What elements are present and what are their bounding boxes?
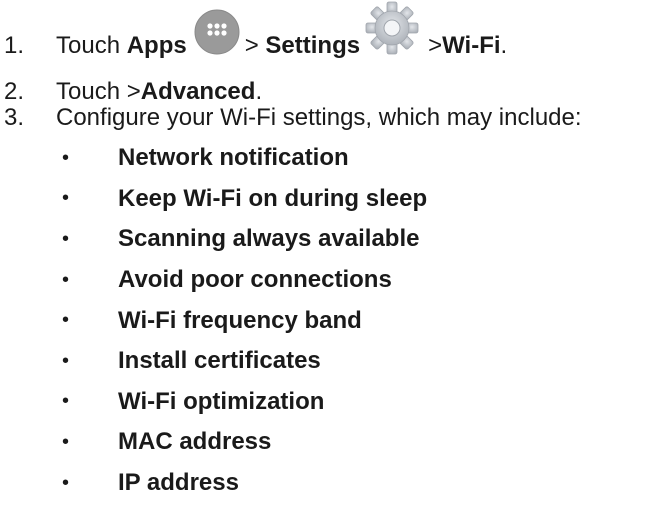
step-number: 1.	[4, 32, 25, 59]
list-item: • Keep Wi-Fi on during sleep	[0, 179, 669, 220]
step-text: Touch	[56, 32, 121, 59]
bullet-icon: •	[62, 349, 70, 372]
bullet-icon: •	[62, 430, 70, 453]
period: .	[500, 32, 508, 59]
list-item-label: Install certificates	[118, 347, 321, 375]
list-item-label: Network notification	[118, 144, 349, 172]
separator: >	[428, 32, 443, 59]
list-item-label: Avoid poor connections	[118, 266, 392, 294]
list-item-label: Scanning always available	[118, 225, 420, 253]
list-item: • Avoid poor connections	[0, 260, 669, 301]
list-item: • IP address	[0, 463, 669, 504]
list-item: • Wi-Fi optimization	[0, 382, 669, 423]
list-item-label: Keep Wi-Fi on during sleep	[118, 184, 428, 212]
bullet-icon: •	[62, 471, 70, 494]
document-page: 1. Touch Apps > Settings > Wi-Fi . 2. To…	[0, 0, 669, 527]
list-item-label: Wi-Fi optimization	[118, 387, 325, 415]
bullet-icon: •	[62, 146, 70, 169]
list-item: • MAC address	[0, 422, 669, 463]
settings-bullet-list: • Network notification • Keep Wi-Fi on dur…	[0, 138, 669, 503]
bullet-icon: •	[62, 390, 70, 413]
list-item: • Install certificates	[0, 341, 669, 382]
list-item-label: Wi-Fi frequency band	[118, 306, 362, 334]
list-item: • Wi-Fi frequency band	[0, 300, 669, 341]
separator: >	[244, 32, 259, 59]
list-item: • Scanning always available	[0, 219, 669, 260]
bullet-icon: •	[62, 268, 70, 291]
step-1: 1. Touch Apps > Settings > Wi-Fi .	[0, 1, 508, 66]
step-number: 3.	[4, 104, 25, 131]
apps-icon	[193, 8, 241, 56]
settings-label: Settings	[265, 32, 361, 59]
apps-label: Apps	[126, 32, 187, 59]
list-item-label: MAC address	[118, 428, 272, 456]
settings-gear-icon	[360, 0, 424, 62]
bullet-icon: •	[62, 309, 70, 332]
wifi-label: Wi-Fi	[442, 32, 501, 59]
bullet-icon: •	[62, 227, 70, 250]
list-item-label: IP address	[118, 469, 239, 497]
step-text: Configure your Wi-Fi settings, which may…	[56, 104, 582, 131]
step-3: 3. Configure your Wi-Fi settings, which …	[0, 98, 582, 138]
list-item: • Network notification	[0, 138, 669, 179]
bullet-icon: •	[62, 187, 70, 210]
